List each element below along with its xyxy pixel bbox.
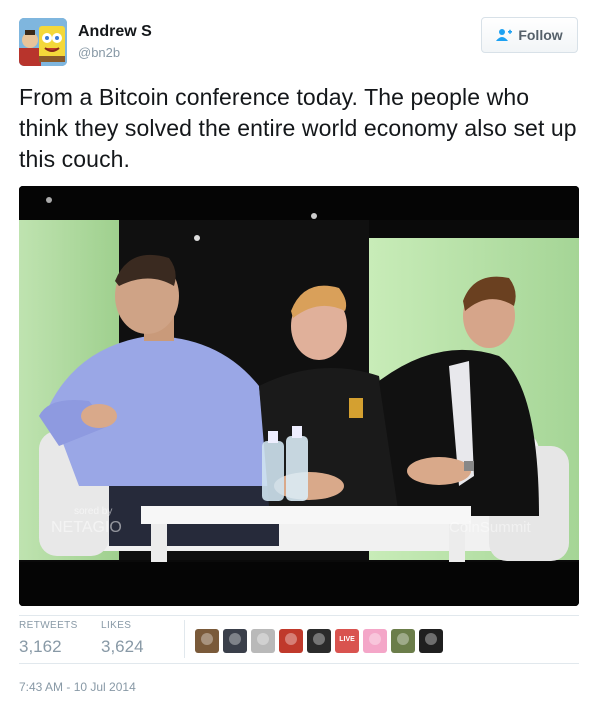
- conference-panel-photo-icon: sored by NETAGIO CoinSummit: [19, 186, 579, 606]
- liker-avatar-8[interactable]: [391, 629, 415, 653]
- liker-avatar-7[interactable]: [363, 629, 387, 653]
- liker-avatar-9[interactable]: [419, 629, 443, 653]
- author-avatar[interactable]: [19, 18, 67, 66]
- liker-badge-text: LIVE: [339, 636, 355, 643]
- retweets-count: 3,162: [19, 637, 62, 656]
- avatar-sponge-cartoon-icon: [19, 18, 67, 66]
- liker-face-icon: [285, 633, 297, 645]
- likes-count: 3,624: [101, 637, 144, 656]
- follow-user-plus-icon: [496, 29, 513, 41]
- divider-bottom: [19, 663, 579, 664]
- liker-face-icon: [397, 633, 409, 645]
- liker-avatar-1[interactable]: [195, 629, 219, 653]
- liker-avatar-2[interactable]: [223, 629, 247, 653]
- liker-avatar-4[interactable]: [279, 629, 303, 653]
- likers-list: LIVE: [195, 629, 443, 653]
- liker-face-icon: [313, 633, 325, 645]
- photo-sponsor-text: sored by: [74, 506, 112, 517]
- divider-top: [19, 615, 579, 616]
- retweets-stat[interactable]: RETWEETS 3,162: [19, 620, 78, 657]
- likes-stat[interactable]: LIKES 3,624: [101, 620, 144, 657]
- retweets-label: RETWEETS: [19, 620, 78, 631]
- author-name[interactable]: Andrew S: [78, 23, 152, 41]
- liker-avatar-5[interactable]: [307, 629, 331, 653]
- liker-face-icon: [229, 633, 241, 645]
- likes-label: LIKES: [101, 620, 132, 631]
- tweet-text: From a Bitcoin conference today. The peo…: [19, 84, 577, 172]
- photo-sponsor-brand: NETAGIO: [51, 519, 122, 536]
- liker-avatar-6[interactable]: LIVE: [335, 629, 359, 653]
- liker-face-icon: [201, 633, 213, 645]
- follow-button-label: Follow: [518, 27, 563, 43]
- liker-face-icon: [369, 633, 381, 645]
- stats-divider: [184, 620, 185, 658]
- tweet-photo[interactable]: sored by NETAGIO CoinSummit: [19, 186, 579, 606]
- author-handle[interactable]: @bn2b: [78, 45, 120, 60]
- tweet-timestamp[interactable]: 7:43 AM - 10 Jul 2014: [19, 680, 136, 694]
- follow-button[interactable]: Follow: [481, 17, 578, 53]
- photo-watermark: CoinSummit: [449, 519, 532, 536]
- liker-face-icon: [425, 633, 437, 645]
- liker-avatar-3[interactable]: [251, 629, 275, 653]
- liker-face-icon: [257, 633, 269, 645]
